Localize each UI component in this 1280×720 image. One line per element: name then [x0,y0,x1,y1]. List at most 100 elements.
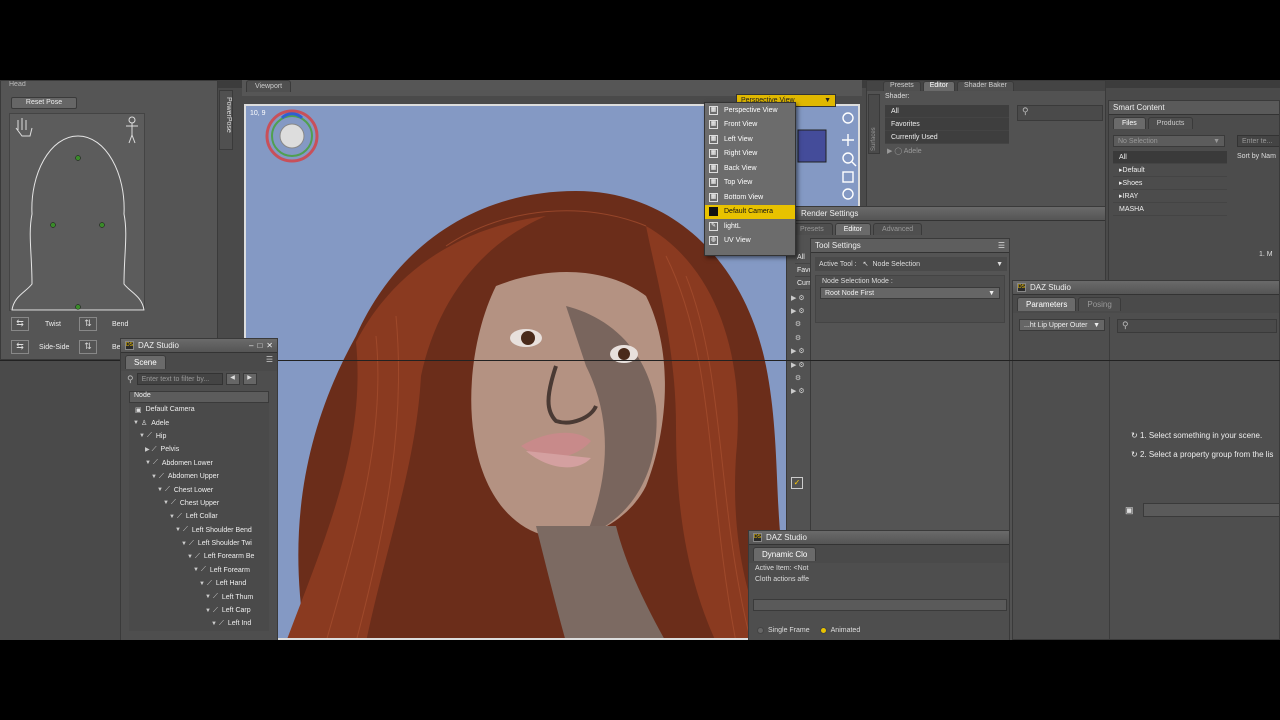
menu-item-default-camera[interactable]: ■ Default Camera [705,204,795,219]
list-item[interactable]: Favorites [885,118,1009,131]
maximize-icon[interactable]: □ [257,341,262,350]
grid-icon: ▦ [709,163,718,173]
expand-arrow-icon[interactable]: ▼ [163,500,169,506]
surfaces-side-tab[interactable]: Surfaces [868,94,880,154]
checkbox-icon[interactable]: ✓ [791,477,803,489]
scene-tree-row[interactable]: ▼ ⟋ Left Ind [129,617,269,630]
scene-tree-row[interactable]: ▣ Default Camera [129,403,269,416]
side-side-control-icon[interactable]: ⇆ [11,340,29,354]
active-item-text: Active Item: <Not [755,565,809,572]
powerpose-side-tab[interactable]: PowerPose [219,90,233,150]
scene-tree-row[interactable]: ▼ ⟋ Chest Lower [129,483,269,496]
smart-content-dropdown[interactable]: No Selection ▼ [1113,135,1225,147]
list-item[interactable]: All [885,105,1009,118]
expand-arrow-icon[interactable]: ▶ [145,446,150,453]
property-dropdown[interactable]: ...ht Lip Upper Outer ▼ [1019,319,1105,331]
expand-arrow-icon[interactable]: ▼ [169,514,175,520]
scene-tree-row[interactable]: ▼ ⟋ Abdomen Upper [129,470,269,483]
scene-tree-row[interactable]: ▼ ⟋ Chest Upper [129,497,269,510]
mode-dropdown[interactable]: Root Node First ▼ [820,287,1000,299]
expand-arrow-icon[interactable]: ▼ [175,527,181,533]
cloth-progress-field[interactable] [753,599,1007,611]
menu-item-left-view[interactable]: ▦ Left View [705,132,795,147]
sort-by-label[interactable]: Sort by Nam [1237,153,1276,160]
menu-item-back-view[interactable]: ▦ Back View [705,161,795,176]
menu-item-right-view[interactable]: ▦ Right View [705,147,795,162]
parameters-timeline-field[interactable] [1143,503,1279,517]
menu-item-front-view[interactable]: ▦ Front View [705,118,795,133]
expand-arrow-icon[interactable]: ▼ [211,621,217,627]
expand-arrow-icon[interactable]: ▼ [199,581,205,587]
expand-arrow-icon[interactable]: ▼ [157,487,163,493]
menu-item-lightl[interactable]: ✎ lightL [705,219,795,234]
expand-arrow-icon[interactable]: ▼ [181,541,187,547]
scene-tree-row[interactable]: ▼ ⟋ Hip [129,430,269,443]
tab-presets[interactable]: Presets [791,223,833,235]
menu-item-uv-view[interactable]: ◍ UV View [705,234,795,249]
expand-arrow-icon[interactable]: ▼ [187,554,193,560]
expand-arrow-icon[interactable]: ▼ [205,594,211,600]
clapper-icon[interactable]: ▣ [1125,505,1134,516]
category-item[interactable]: ▸ IRAY [1113,190,1227,203]
scene-tree-row[interactable]: ▼ ⟋ Left Forearm [129,564,269,577]
single-frame-radio[interactable] [757,627,764,634]
surfaces-search-input[interactable]: ⚲ [1017,105,1103,121]
forward-arrow-icon[interactable]: ▶ [242,373,257,385]
scene-tree-row[interactable]: ▼ ⟋ Left Collar [129,510,269,523]
close-icon[interactable]: ✕ [266,341,273,350]
minimize-icon[interactable]: – [249,341,253,350]
tab-products[interactable]: Products [1147,117,1194,129]
expand-arrow-icon[interactable]: ▼ [205,608,211,614]
category-item[interactable]: ▸ Shoes [1113,177,1227,190]
menu-item-bottom-view[interactable]: ▦ Bottom View [705,190,795,205]
scene-tree-row[interactable]: ▼ ⟋ Left Hand [129,577,269,590]
twist-control-icon[interactable]: ⇆ [11,317,29,331]
tab-editor[interactable]: Editor [922,81,956,91]
category-item[interactable]: All [1113,151,1227,164]
category-item[interactable]: ▸ Default [1113,164,1227,177]
tab-parameters[interactable]: Parameters [1017,297,1077,311]
expand-arrow-icon[interactable]: ▼ [193,567,199,573]
expand-arrow-icon[interactable]: ▼ [151,474,157,480]
tab-editor[interactable]: Editor [834,223,872,235]
reset-pose-button[interactable]: Reset Pose [11,97,77,109]
surfaces-panel: Presets Editor Shader Baker Shader: All … [866,80,1106,210]
smart-content-search-input[interactable]: Enter te... [1237,135,1279,147]
viewport-tab[interactable]: Viewport [246,80,292,92]
back-arrow-icon[interactable]: ◀ [225,373,240,385]
scene-filter-input[interactable]: Enter text to filter by... [136,373,223,385]
panel-menu-icon[interactable]: ☰ [266,355,273,369]
active-tool-row[interactable]: Active Tool : ↖ Node Selection ▼ [815,257,1007,271]
tab-files[interactable]: Files [1113,117,1146,129]
scene-tree-row[interactable]: ▼ ⟋ Left Thum [129,590,269,603]
parameters-search-input[interactable]: ⚲ [1117,319,1277,333]
menu-item-top-view[interactable]: ▦ Top View [705,176,795,191]
tab-presets[interactable]: Presets [883,81,921,91]
category-item[interactable]: MASHA [1113,203,1227,216]
menu-item-perspective-view[interactable]: ▦ Perspective View [705,103,795,118]
scene-tree-row[interactable]: ▼ ⟋ Left Carp [129,604,269,617]
bend-control-icon[interactable]: ⇅ [79,317,97,331]
scene-tree-row[interactable]: ▼ ⟋ Left Shoulder Bend [129,524,269,537]
tab-dynamic-cloth[interactable]: Dynamic Clo [753,547,817,561]
list-item[interactable]: Currently Used [885,131,1009,144]
scene-tree-row[interactable]: ▶ ⟋ Pelvis [129,443,269,456]
scene-tree-row[interactable]: ▼ ♙ Adele [129,416,269,429]
scene-tree-row[interactable]: ▼ ⟋ Left Forearm Be [129,550,269,563]
tab-scene[interactable]: Scene [125,355,166,369]
surfaces-tree-item[interactable]: ▶ ◯ Adele [887,147,922,155]
bend2-control-icon[interactable]: ⇅ [79,340,97,354]
scene-tree-row[interactable]: ▼ ⟋ Left Shoulder Twi [129,537,269,550]
panel-menu-icon[interactable]: ☰ [998,241,1005,250]
expand-arrow-icon[interactable]: ▼ [139,433,145,439]
tab-advanced[interactable]: Advanced [873,223,923,235]
animated-radio[interactable] [819,627,827,634]
scene-column-header[interactable]: Node [129,391,269,403]
expand-arrow-icon[interactable]: ▼ [133,420,139,426]
scene-tree-row[interactable]: ▼ ⟋ Abdomen Lower [129,457,269,470]
head-diagram[interactable] [9,113,145,311]
expand-arrow-icon[interactable]: ▼ [145,460,151,466]
tab-shader-baker[interactable]: Shader Baker [957,81,1014,91]
tab-posing[interactable]: Posing [1078,297,1121,311]
scene-titlebar: DS DAZ Studio – □ ✕ [121,339,277,353]
